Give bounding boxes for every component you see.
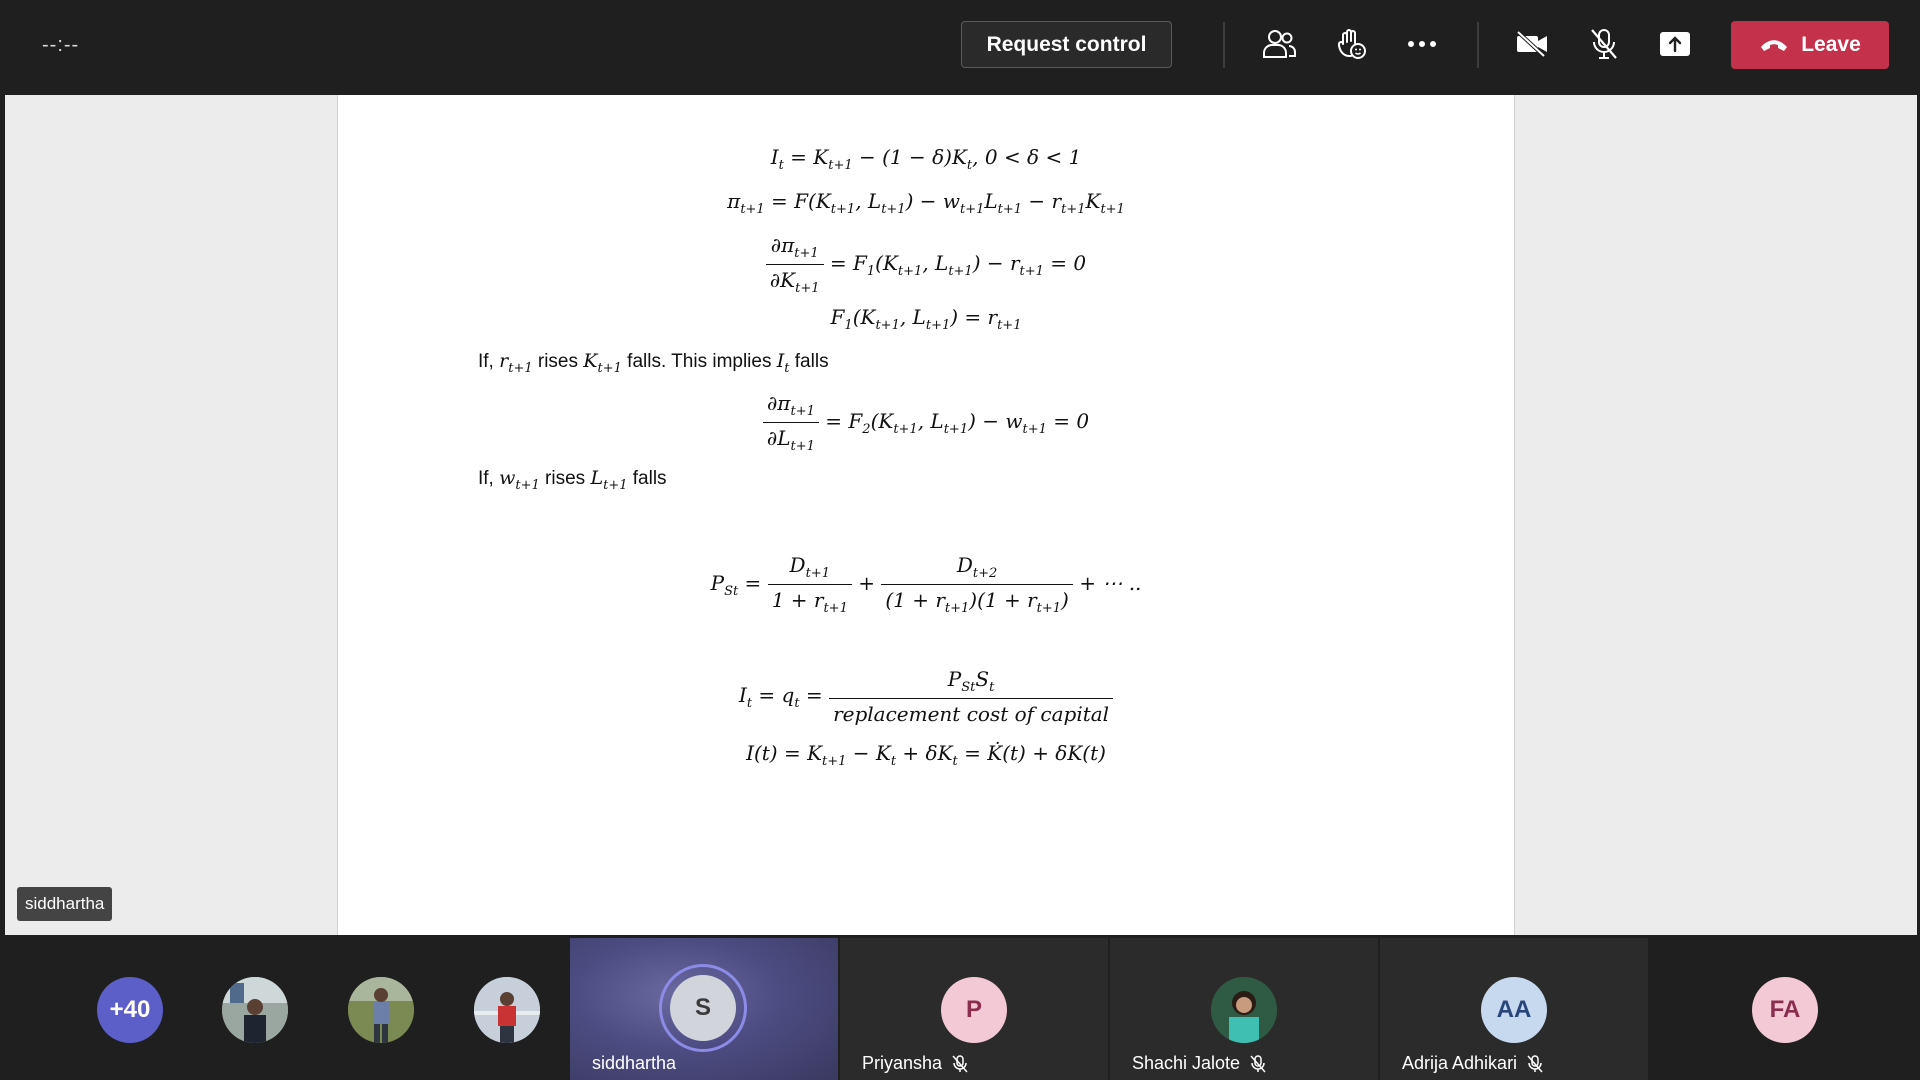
participant-name: Adrija Adhikari xyxy=(1402,1053,1543,1074)
more-icon[interactable] xyxy=(1402,24,1442,64)
mic-off-icon[interactable] xyxy=(1584,24,1624,64)
presenter-name-tag: siddhartha xyxy=(17,887,113,921)
participant-avatar: AA xyxy=(1481,977,1547,1043)
equation-investment: It = Kt+1 − (1 − δ)Kt, 0 < δ < 1 xyxy=(770,145,1082,173)
participant-name: Shachi Jalote xyxy=(1132,1053,1266,1074)
text-interest-effect: If, rt+1 rises Kt+1 falls. This implies … xyxy=(478,350,829,376)
participant-tile-shachi-jalote[interactable]: Shachi Jalote xyxy=(1110,938,1378,1080)
participant-name: Priyansha xyxy=(862,1053,968,1074)
people-icon[interactable] xyxy=(1259,24,1299,64)
meeting-timer: --:-- xyxy=(42,34,80,56)
participant-avatar[interactable]: FA xyxy=(1752,977,1818,1043)
more-participants-button[interactable]: +40 xyxy=(97,977,163,1043)
replacement-cost-label: replacement cost of capital xyxy=(833,702,1110,726)
participant-tile-priyansha[interactable]: P Priyansha xyxy=(840,938,1108,1080)
raise-hand-icon[interactable] xyxy=(1331,24,1371,64)
equation-profit: πt+1 = F(Kt+1, Lt+1) − wt+1Lt+1 − rt+1Kt… xyxy=(727,189,1125,217)
equation-continuous-investment: I(t) = Kt+1 − Kt + δKt = K̇(t) + δK(t) xyxy=(746,741,1106,769)
participant-name: siddhartha xyxy=(592,1053,677,1073)
equation-mpk: F1(Kt+1, Lt+1) = rt+1 xyxy=(830,305,1022,333)
participant-avatar[interactable] xyxy=(474,977,540,1043)
participant-avatar: S xyxy=(670,975,736,1041)
toolbar-divider xyxy=(1477,22,1479,68)
text-wage-effect: If, wt+1 rises Lt+1 falls xyxy=(478,467,667,493)
participant-avatar[interactable] xyxy=(222,977,288,1043)
participant-avatar[interactable] xyxy=(348,977,414,1043)
request-control-button[interactable]: Request control xyxy=(961,21,1172,68)
mic-off-icon xyxy=(952,1054,968,1072)
participant-avatar xyxy=(1211,977,1277,1043)
camera-off-icon[interactable] xyxy=(1512,24,1552,64)
phone-hangup-icon xyxy=(1761,40,1788,51)
participant-strip: +40 S siddhartha P Priyansha Shachi Jalo… xyxy=(0,938,1920,1080)
equation-foc-capital: ∂πt+1 ∂Kt+1 = F1(Kt+1, Lt+1) − rt+1 = 0 xyxy=(338,233,1514,296)
mic-off-icon xyxy=(1527,1054,1543,1072)
shared-document: It = Kt+1 − (1 − δ)Kt, 0 < δ < 1 πt+1 = … xyxy=(337,95,1515,935)
equation-stock-price: PSt = Dt+1 1 + rt+1 + Dt+2 (1 + rt+1)(1 + … xyxy=(710,553,1142,616)
participant-tile-siddhartha[interactable]: S siddhartha xyxy=(570,938,838,1080)
leave-label: Leave xyxy=(1801,33,1861,56)
toolbar-divider xyxy=(1223,22,1225,68)
mic-off-icon xyxy=(1250,1054,1266,1072)
participant-avatar: P xyxy=(941,977,1007,1043)
equation-tobins-q: It = qt = PStSt replacement cost of capit… xyxy=(338,667,1514,726)
equation-foc-labor: ∂πt+1 ∂Lt+1 = F2(Kt+1, Lt+1) − wt+1 = 0 xyxy=(338,391,1514,454)
shared-screen: It = Kt+1 − (1 − δ)Kt, 0 < δ < 1 πt+1 = … xyxy=(5,95,1917,935)
leave-button[interactable]: Leave xyxy=(1731,21,1889,69)
meeting-toolbar: --:-- Request control Leave xyxy=(0,0,1920,92)
participant-tile-adrija-adhikari[interactable]: AA Adrija Adhikari xyxy=(1380,938,1648,1080)
share-icon[interactable] xyxy=(1655,24,1695,64)
